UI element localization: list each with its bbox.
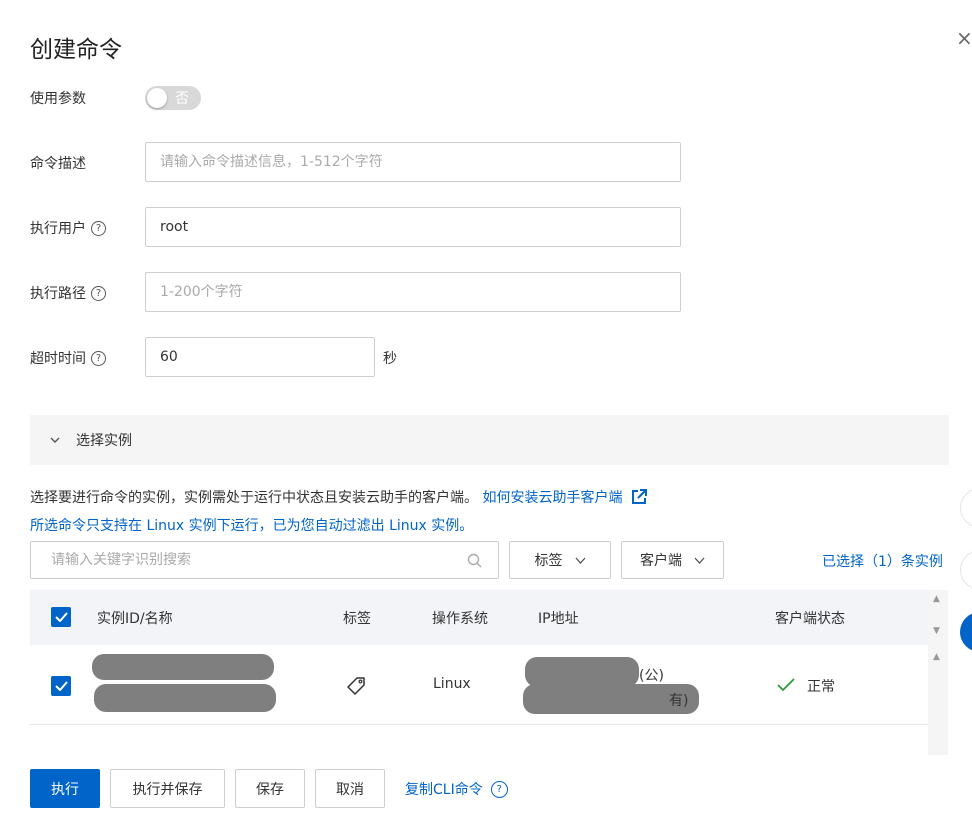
chevron-down-icon (575, 557, 585, 564)
help-icon[interactable]: ? (490, 780, 508, 798)
path-label-text: 执行路径 (30, 286, 86, 302)
redacted-instance-name (94, 684, 276, 712)
redacted-public-ip (525, 657, 639, 687)
floating-widget[interactable] (960, 488, 972, 528)
dialog-title: 创建命令 (30, 37, 122, 63)
path-input[interactable] (145, 272, 681, 312)
table-scrollbar[interactable]: ▲ ▼ ▲ (928, 590, 948, 755)
timeout-input[interactable] (145, 337, 375, 377)
section-label: 选择实例 (76, 433, 132, 449)
col-instance-id: 实例ID/名称 (97, 611, 173, 627)
help-icon[interactable]: ? (91, 350, 106, 366)
select-all-checkbox[interactable] (51, 607, 71, 627)
selected-count-link[interactable]: 已选择（1）条实例 (822, 551, 943, 571)
copy-cli-text: 复制CLI命令 (405, 782, 483, 798)
row-public-ip-suffix: (公) (639, 668, 664, 684)
search-icon[interactable] (467, 553, 482, 568)
tag-filter-label: 标签 (534, 553, 563, 569)
scroll-down-icon[interactable]: ▼ (933, 626, 940, 636)
col-client-status: 客户端状态 (775, 611, 845, 627)
instance-search[interactable] (30, 541, 499, 579)
timeout-label: 超时时间 ? (30, 348, 106, 368)
client-filter-label: 客户端 (640, 553, 682, 569)
chevron-down-icon (694, 557, 705, 564)
table-header: 实例ID/名称 标签 操作系统 IP地址 客户端状态 (30, 590, 928, 645)
use-params-toggle[interactable]: 否 (145, 86, 201, 110)
copy-cli-link[interactable]: 复制CLI命令 ? (405, 779, 508, 799)
scroll-up-icon[interactable]: ▲ (933, 594, 940, 604)
scroll-up-icon[interactable]: ▲ (933, 652, 940, 662)
help-icon[interactable]: ? (91, 285, 106, 301)
chevron-down-icon (50, 437, 60, 443)
success-check-icon (777, 678, 795, 692)
floating-widget[interactable] (960, 550, 972, 590)
check-icon (54, 612, 68, 622)
run-and-save-button[interactable]: 执行并保存 (110, 769, 225, 808)
linux-filter-notice: 所选命令只支持在 Linux 实例下运行，已为您自动过滤出 Linux 实例。 (30, 518, 474, 534)
tag-filter-dropdown[interactable]: 标签 (509, 541, 611, 579)
path-label: 执行路径 ? (30, 283, 106, 303)
instances-description: 选择要进行命令的实例，实例需处于运行中状态且安装云助手的客户端。 如何安装云助手… (30, 487, 647, 507)
user-input[interactable] (145, 207, 681, 247)
check-icon (54, 681, 68, 691)
description-label: 命令描述 (30, 153, 86, 173)
instances-desc-text: 选择要进行命令的实例，实例需处于运行中状态且安装云助手的客户端。 (30, 490, 478, 506)
use-params-label: 使用参数 (30, 88, 86, 108)
row-client-status: 正常 (807, 679, 835, 695)
col-os: 操作系统 (432, 611, 488, 627)
table-row[interactable]: Linux (公) 有) 正常 (30, 645, 928, 725)
close-icon[interactable]: × (956, 26, 972, 50)
instance-search-input[interactable] (31, 542, 451, 578)
timeout-label-text: 超时时间 (30, 351, 86, 367)
redacted-instance-id (92, 654, 274, 680)
user-label: 执行用户 ? (30, 218, 106, 238)
col-tags: 标签 (343, 611, 371, 627)
run-button[interactable]: 执行 (30, 769, 100, 808)
col-ip: IP地址 (538, 611, 579, 627)
description-label-text: 命令描述 (30, 156, 86, 172)
user-label-text: 执行用户 (30, 221, 86, 237)
instances-table: 实例ID/名称 标签 操作系统 IP地址 客户端状态 Linux (公) 有) … (30, 590, 928, 725)
row-checkbox[interactable] (51, 676, 71, 696)
row-private-ip-suffix: 有) (669, 693, 689, 709)
timeout-unit: 秒 (383, 351, 397, 367)
client-filter-dropdown[interactable]: 客户端 (621, 541, 724, 579)
cancel-button[interactable]: 取消 (315, 769, 385, 808)
external-link-icon (631, 489, 647, 504)
floating-widget[interactable] (960, 612, 972, 652)
use-params-label-text: 使用参数 (30, 91, 86, 107)
select-instances-section[interactable]: 选择实例 (30, 415, 949, 465)
description-input[interactable] (145, 142, 681, 182)
row-os: Linux (433, 676, 471, 692)
tag-icon[interactable] (346, 676, 366, 696)
install-client-link[interactable]: 如何安装云助手客户端 (482, 489, 647, 506)
toggle-knob (147, 88, 167, 108)
save-button[interactable]: 保存 (235, 769, 305, 808)
toggle-state-text: 否 (175, 91, 189, 107)
help-icon[interactable]: ? (91, 220, 106, 236)
install-client-link-text: 如何安装云助手客户端 (482, 490, 623, 506)
